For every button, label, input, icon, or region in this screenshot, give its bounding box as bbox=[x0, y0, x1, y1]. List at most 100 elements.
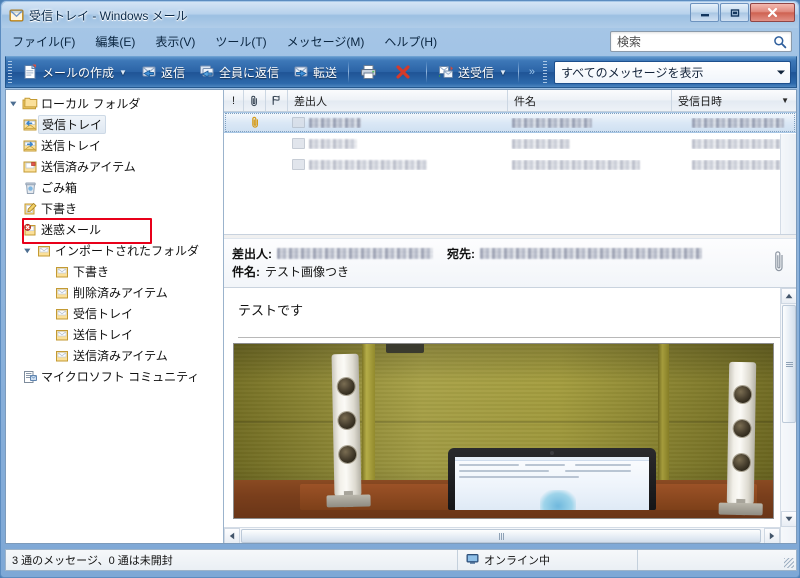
send-receive-icon bbox=[438, 64, 454, 80]
sidebar-item-trash[interactable]: ごみ箱 bbox=[6, 177, 223, 198]
table-row[interactable] bbox=[224, 133, 796, 154]
status-resize-area[interactable] bbox=[638, 550, 796, 570]
create-mail-label: メールの作成 bbox=[42, 65, 115, 80]
minimize-button[interactable] bbox=[690, 3, 719, 22]
speaker-driver bbox=[337, 411, 356, 430]
preview-horizontal-scrollbar[interactable] bbox=[224, 527, 780, 543]
toolbar-separator-3 bbox=[517, 61, 519, 83]
title-bar[interactable]: 受信トレイ - Windows メール bbox=[2, 2, 798, 28]
resize-grip-icon[interactable] bbox=[784, 558, 794, 568]
toolbar-overflow-button[interactable]: » bbox=[523, 66, 541, 78]
sidebar-item-junk-mail[interactable]: 迷惑メール bbox=[6, 218, 223, 244]
chevron-down-icon[interactable]: ▼ bbox=[499, 68, 507, 77]
menu-tools[interactable]: ツール(T) bbox=[205, 29, 276, 54]
attached-image[interactable] bbox=[233, 343, 774, 519]
row-subject-cell bbox=[508, 138, 688, 149]
column-received-label: 受信日時 bbox=[678, 95, 722, 108]
toolbar-grip[interactable] bbox=[8, 61, 12, 83]
redacted-sender bbox=[309, 159, 427, 170]
speaker-driver bbox=[733, 385, 751, 404]
preview-from-label: 差出人: bbox=[232, 246, 272, 261]
table-row[interactable] bbox=[224, 112, 796, 133]
inbox-icon bbox=[20, 118, 40, 132]
preview-body[interactable]: テストです bbox=[224, 288, 796, 543]
sidebar-item-imported-folder[interactable]: インポートされたフォルダ bbox=[6, 240, 223, 261]
menu-edit[interactable]: 編集(E) bbox=[85, 29, 145, 54]
reply-all-button[interactable]: 全員に返信 bbox=[192, 59, 286, 85]
collapse-arrow-icon[interactable] bbox=[20, 246, 34, 255]
sidebar-item-imported-deleted-items[interactable]: 削除済みアイテム bbox=[6, 282, 223, 303]
delete-button[interactable] bbox=[388, 59, 422, 85]
sort-descending-icon[interactable]: ▼ bbox=[781, 96, 789, 105]
menu-view[interactable]: 表示(V) bbox=[145, 29, 205, 54]
sidebar-item-outbox[interactable]: 送信トレイ bbox=[6, 135, 223, 156]
reply-label: 返信 bbox=[160, 65, 185, 80]
column-from[interactable]: 差出人 bbox=[288, 90, 508, 111]
scroll-thumb[interactable] bbox=[782, 305, 796, 423]
message-filter-dropdown[interactable]: すべてのメッセージを表示 bbox=[554, 61, 791, 84]
sidebar-item-imported-outbox[interactable]: 送信トレイ bbox=[6, 324, 223, 345]
message-list[interactable] bbox=[224, 112, 796, 234]
scroll-left-arrow-icon[interactable] bbox=[224, 527, 240, 543]
sidebar-item-label: ローカル フォルダ bbox=[41, 97, 141, 111]
message-read-icon bbox=[292, 117, 305, 128]
folder-tree-sidebar[interactable]: ローカル フォルダ 受信トレイ 送信トレイ 送信済みアイテム ごみ箱 下書き 迷… bbox=[6, 90, 224, 543]
wall-seam bbox=[234, 420, 773, 423]
chevron-down-icon[interactable] bbox=[772, 69, 790, 76]
folders-icon bbox=[20, 97, 40, 111]
scroll-right-arrow-icon[interactable] bbox=[764, 527, 780, 543]
chevron-down-icon[interactable]: ▼ bbox=[119, 68, 127, 77]
column-priority[interactable]: ! bbox=[224, 90, 244, 111]
scroll-down-arrow-icon[interactable] bbox=[781, 511, 796, 527]
redacted-date bbox=[692, 117, 784, 128]
sidebar-item-drafts[interactable]: 下書き bbox=[6, 198, 223, 219]
search-input[interactable]: 検索 bbox=[611, 33, 769, 50]
message-list-scrollbar[interactable] bbox=[780, 134, 796, 234]
restore-button[interactable] bbox=[720, 3, 749, 22]
column-flag[interactable] bbox=[266, 90, 288, 111]
redacted-subject bbox=[512, 159, 640, 170]
scroll-thumb[interactable] bbox=[241, 529, 761, 543]
sidebar-item-imported-inbox[interactable]: 受信トレイ bbox=[6, 303, 223, 324]
paperclip-icon[interactable] bbox=[773, 249, 786, 280]
folder-icon bbox=[52, 265, 72, 279]
table-row[interactable] bbox=[224, 154, 796, 175]
reply-button[interactable]: 返信 bbox=[134, 59, 192, 85]
speaker-driver bbox=[732, 419, 751, 438]
sidebar-item-imported-sent-items[interactable]: 送信済みアイテム bbox=[6, 345, 223, 366]
screen-content-line bbox=[459, 464, 519, 466]
column-attachment[interactable] bbox=[244, 90, 266, 111]
forward-button[interactable]: 転送 bbox=[286, 59, 344, 85]
column-received[interactable]: 受信日時 ▼ bbox=[672, 90, 796, 111]
sidebar-item-imported-drafts[interactable]: 下書き bbox=[6, 261, 223, 282]
preview-subject-label: 件名: bbox=[232, 264, 260, 279]
sidebar-item-local-folders[interactable]: ローカル フォルダ bbox=[6, 93, 223, 114]
send-receive-button[interactable]: 送受信 ▼ bbox=[431, 59, 514, 85]
menu-file[interactable]: ファイル(F) bbox=[2, 29, 85, 54]
sidebar-item-label: 送信トレイ bbox=[41, 139, 102, 153]
status-connection[interactable]: オンライン中 bbox=[458, 550, 638, 570]
trash-icon bbox=[20, 181, 40, 195]
preview-vertical-scrollbar[interactable] bbox=[780, 288, 796, 543]
sidebar-item-sent-items[interactable]: 送信済みアイテム bbox=[6, 156, 223, 177]
column-subject[interactable]: 件名 bbox=[508, 90, 672, 111]
sidebar-item-label: 下書き bbox=[73, 265, 110, 279]
menu-help[interactable]: ヘルプ(H) bbox=[374, 29, 447, 54]
shelf-edge bbox=[386, 344, 424, 353]
search-box[interactable]: 検索 bbox=[610, 31, 792, 52]
collapse-arrow-icon[interactable] bbox=[6, 99, 20, 108]
redacted-to-address bbox=[480, 247, 702, 259]
print-button[interactable] bbox=[353, 59, 388, 85]
search-icon[interactable] bbox=[769, 35, 791, 49]
menu-message[interactable]: メッセージ(M) bbox=[277, 29, 375, 54]
sidebar-item-inbox[interactable]: 受信トレイ bbox=[6, 114, 223, 135]
sidebar-item-microsoft-communities[interactable]: マイクロソフト コミュニティ bbox=[6, 366, 223, 387]
close-button[interactable] bbox=[750, 3, 795, 22]
wall-post-right bbox=[658, 344, 669, 494]
sidebar-item-label: 送信トレイ bbox=[73, 328, 134, 342]
sidebar-item-label: 受信トレイ bbox=[38, 115, 107, 134]
filter-grip[interactable] bbox=[543, 61, 548, 83]
scroll-up-arrow-icon[interactable] bbox=[781, 288, 796, 304]
create-mail-button[interactable]: メールの作成 ▼ bbox=[15, 59, 134, 85]
screen-content-line bbox=[565, 470, 631, 472]
